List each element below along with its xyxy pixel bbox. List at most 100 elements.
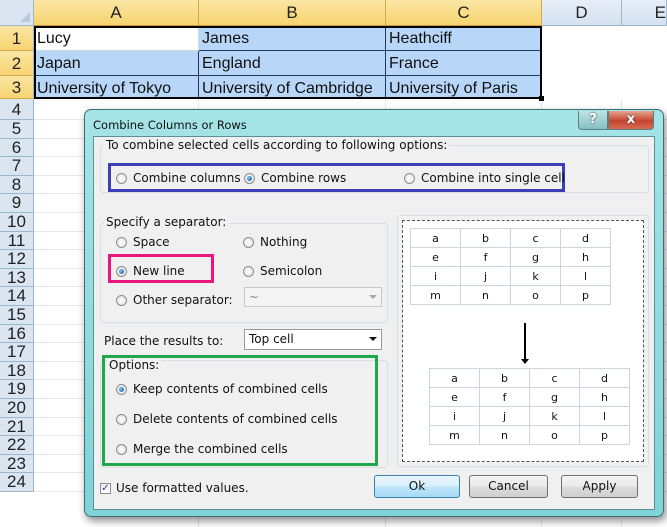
preview-cell: c <box>529 368 580 388</box>
radio-button[interactable] <box>243 265 254 277</box>
row-header-17[interactable]: 17 <box>0 343 34 362</box>
close-button[interactable]: x <box>608 111 654 130</box>
radio-label: Combine columns <box>133 171 241 185</box>
preview-cell: m <box>410 285 461 305</box>
ok-button[interactable]: Ok <box>374 475 460 498</box>
column-header-c[interactable]: C <box>386 0 542 26</box>
radio-keep-contents[interactable]: Keep contents of combined cells <box>116 382 328 396</box>
row-header-21[interactable]: 21 <box>0 417 34 437</box>
options-group-label: Options: <box>107 358 162 372</box>
row-header-15[interactable]: 15 <box>0 305 34 325</box>
preview-row: efgh <box>410 247 611 267</box>
cell-a3[interactable]: University of Tokyo <box>34 76 199 99</box>
preview-cell: a <box>429 368 480 388</box>
radio-nothing[interactable]: Nothing <box>243 235 307 249</box>
cancel-button[interactable]: Cancel <box>469 475 548 498</box>
row-header-18[interactable]: 18 <box>0 361 34 381</box>
row-header-2[interactable]: 2 <box>0 51 34 76</box>
radio-delete-contents[interactable]: Delete contents of combined cells <box>116 412 338 426</box>
other-separator-combo[interactable]: ~ <box>244 287 382 307</box>
row-header-23[interactable]: 23 <box>0 454 34 474</box>
radio-button[interactable] <box>116 172 127 184</box>
preview-row: ijkl <box>429 406 630 426</box>
help-button[interactable]: ? <box>578 111 608 130</box>
place-results-select[interactable]: Top cell <box>244 329 382 350</box>
use-formatted-checkbox-row[interactable]: ✓ Use formatted values. <box>100 481 249 495</box>
row-header-16[interactable]: 16 <box>0 324 34 344</box>
column-header-a[interactable]: A <box>34 0 199 26</box>
radio-label: Keep contents of combined cells <box>133 382 328 396</box>
separator-group-label: Specify a separator: <box>104 215 229 229</box>
column-header-b[interactable]: B <box>199 0 386 26</box>
row-header-8[interactable]: 8 <box>0 175 34 195</box>
radio-combine-columns[interactable]: Combine columns <box>116 171 241 185</box>
fill-handle[interactable] <box>539 96 544 101</box>
preview-cell: i <box>429 406 480 426</box>
radio-other-separator[interactable]: Other separator: <box>116 293 233 307</box>
radio-merge-cells[interactable]: Merge the combined cells <box>116 442 288 456</box>
radio-button[interactable] <box>116 383 127 395</box>
preview-cell: d <box>560 228 611 248</box>
cell-b3[interactable]: University of Cambridge <box>199 76 386 99</box>
row-header-12[interactable]: 12 <box>0 250 34 269</box>
radio-label: Nothing <box>260 235 308 249</box>
row-header-4[interactable]: 4 <box>0 99 34 120</box>
row-header-22[interactable]: 22 <box>0 436 34 455</box>
row-header-11[interactable]: 11 <box>0 231 34 251</box>
cell-a2[interactable]: Japan <box>34 51 199 76</box>
radio-button[interactable] <box>116 236 127 248</box>
radio-button[interactable] <box>116 413 127 425</box>
preview-row: mnop <box>429 425 630 445</box>
row-header-20[interactable]: 20 <box>0 398 34 418</box>
cell-b2[interactable]: England <box>199 51 386 76</box>
cell-c1[interactable]: Heathciff <box>386 26 542 51</box>
row-header-6[interactable]: 6 <box>0 138 34 158</box>
checkbox[interactable]: ✓ <box>100 482 111 494</box>
help-icon: ? <box>589 112 597 127</box>
row-header-3[interactable]: 3 <box>0 76 34 99</box>
radio-label: Semicolon <box>260 264 323 278</box>
radio-button[interactable] <box>244 172 255 184</box>
preview-cell: k <box>529 406 580 426</box>
radio-semicolon[interactable]: Semicolon <box>243 264 322 278</box>
close-icon: x <box>626 112 636 127</box>
row-header-9[interactable]: 9 <box>0 194 34 213</box>
radio-button[interactable] <box>243 236 254 248</box>
radio-combine-rows[interactable]: Combine rows <box>244 171 346 185</box>
select-all-corner[interactable] <box>0 0 34 26</box>
preview-cell: n <box>479 425 530 445</box>
preview-row: efgh <box>429 387 630 407</box>
cell-c2[interactable]: France <box>386 51 542 76</box>
row-header-13[interactable]: 13 <box>0 268 34 288</box>
radio-space[interactable]: Space <box>116 235 170 249</box>
row-header-24[interactable]: 24 <box>0 473 34 492</box>
preview-cell: n <box>460 285 511 305</box>
radio-label: New line <box>133 264 185 278</box>
down-arrow-icon <box>524 323 526 361</box>
row-header-1[interactable]: 1 <box>0 26 34 51</box>
cell-b1[interactable]: James <box>199 26 386 51</box>
apply-button[interactable]: Apply <box>561 475 638 498</box>
preview-area: abcdefghijklmnop abcdefghijklmnop <box>402 220 644 462</box>
row-header-5[interactable]: 5 <box>0 119 34 139</box>
column-header-e[interactable]: E <box>622 0 667 26</box>
preview-panel: abcdefghijklmnop abcdefghijklmnop <box>397 215 649 467</box>
cell-c3[interactable]: University of Paris <box>386 76 542 99</box>
radio-new-line[interactable]: New line <box>116 264 185 278</box>
radio-button[interactable] <box>116 294 127 306</box>
radio-button[interactable] <box>404 172 415 184</box>
row-header-19[interactable]: 19 <box>0 380 34 399</box>
combine-group-label: To combine selected cells according to f… <box>104 138 450 152</box>
row-header-10[interactable]: 10 <box>0 212 34 232</box>
preview-cell: p <box>560 285 611 305</box>
radio-button[interactable] <box>116 265 127 277</box>
radio-label: Combine rows <box>261 171 347 185</box>
radio-button[interactable] <box>116 443 127 455</box>
preview-cell: c <box>510 228 561 248</box>
column-header-d[interactable]: D <box>542 0 622 26</box>
preview-cell: f <box>479 387 530 407</box>
radio-combine-single[interactable]: Combine into single cell <box>404 171 565 185</box>
row-header-14[interactable]: 14 <box>0 287 34 306</box>
cell-a1[interactable]: Lucy <box>34 26 199 51</box>
row-header-7[interactable]: 7 <box>0 157 34 176</box>
